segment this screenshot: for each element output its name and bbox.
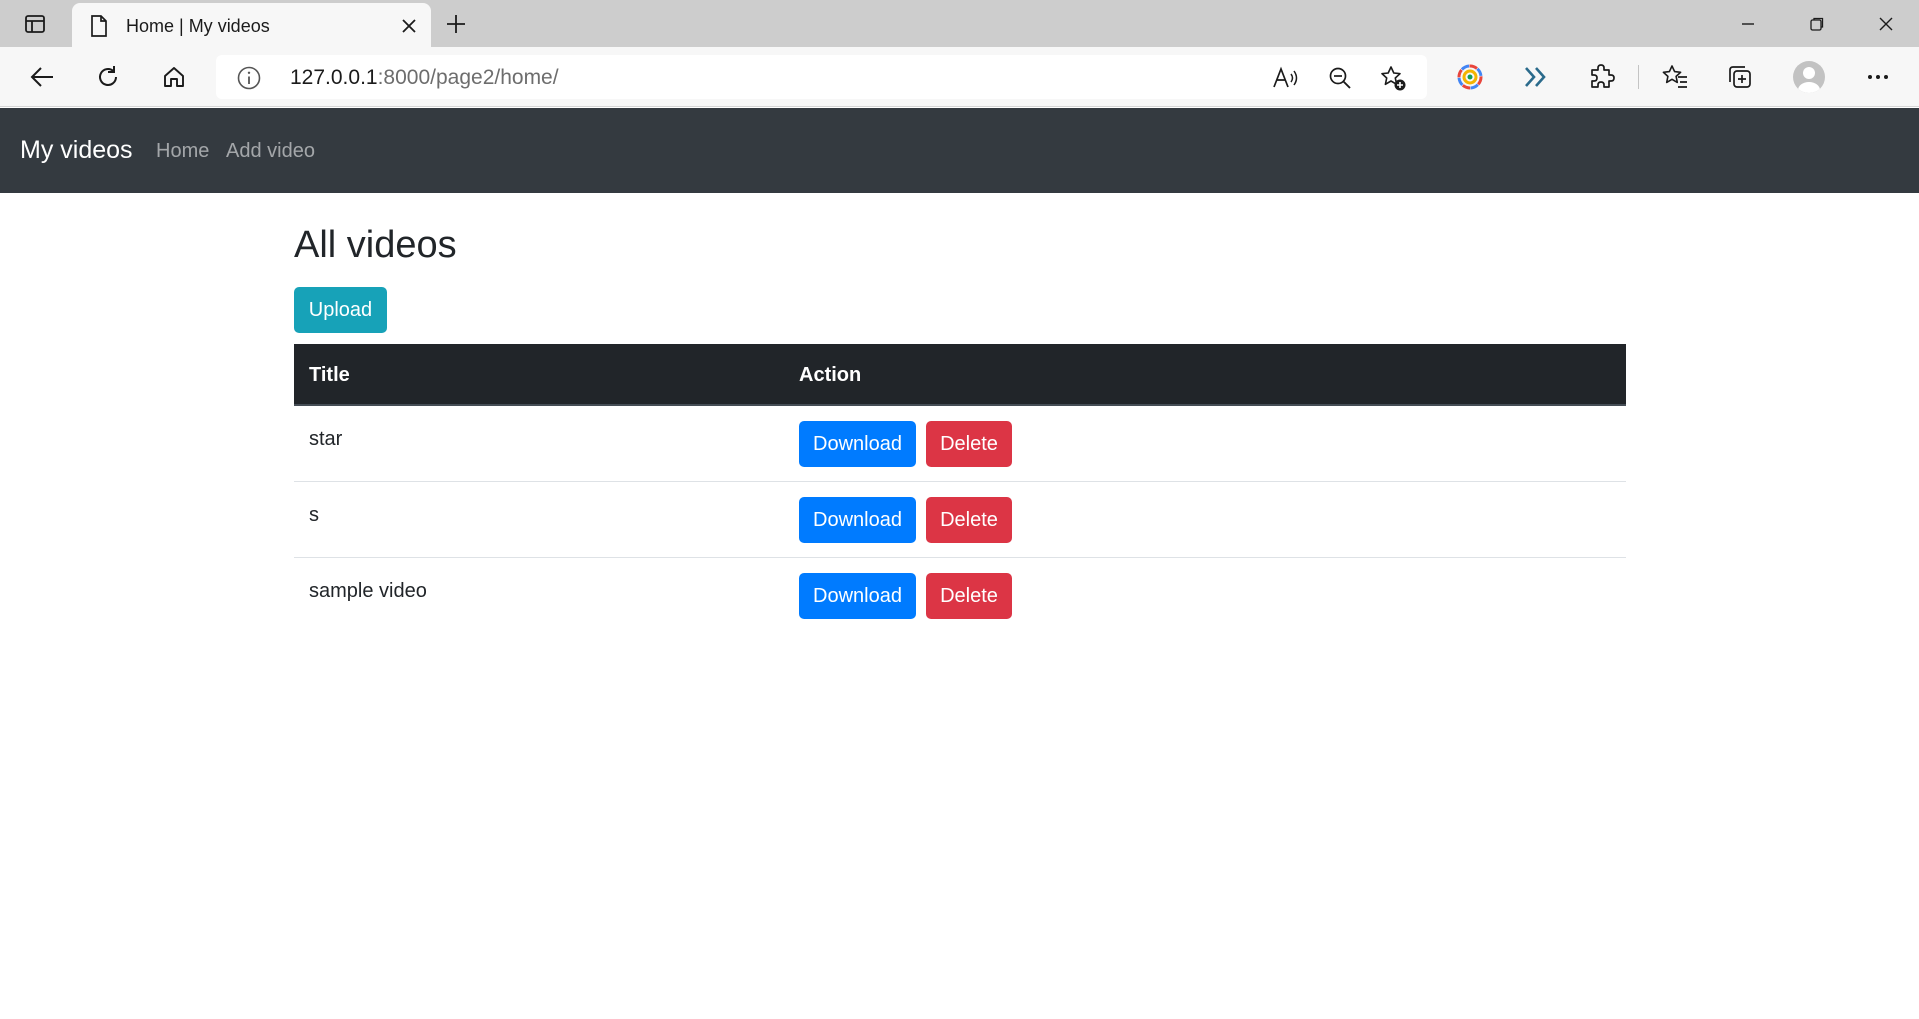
delete-button[interactable]: Delete — [926, 497, 1012, 543]
download-button[interactable]: Download — [799, 497, 916, 543]
delete-button[interactable]: Delete — [926, 421, 1012, 467]
read-aloud-icon[interactable] — [1271, 63, 1301, 93]
table-row: star Download Delete — [294, 406, 1626, 482]
nav-link-home[interactable]: Home — [156, 140, 209, 163]
table-header: Title Action — [294, 344, 1626, 406]
close-window-icon[interactable] — [1851, 0, 1919, 47]
column-header-title: Title — [309, 364, 350, 386]
extensions-puzzle-icon[interactable] — [1582, 57, 1622, 97]
address-text: 127.0.0.1:8000/page2/home/ — [290, 66, 559, 90]
address-host: 127.0.0.1 — [290, 66, 378, 89]
column-header-action: Action — [799, 364, 862, 386]
more-options-icon[interactable] — [1858, 57, 1898, 97]
page-icon — [88, 14, 110, 38]
toolbar-separator — [1638, 65, 1639, 89]
add-favorite-icon[interactable] — [1378, 63, 1408, 93]
back-arrow-icon[interactable] — [22, 57, 62, 97]
browser-tab-active[interactable]: Home | My videos — [72, 3, 431, 48]
page-title: All videos — [294, 224, 457, 266]
collections-icon[interactable] — [1720, 57, 1760, 97]
double-chevron-icon[interactable] — [1516, 57, 1556, 97]
address-bar[interactable]: 127.0.0.1:8000/page2/home/ — [216, 55, 1427, 99]
extension-colorful-icon[interactable] — [1450, 57, 1490, 97]
video-title: star — [309, 428, 343, 450]
video-title: s — [309, 504, 319, 526]
profile-avatar[interactable] — [1793, 61, 1825, 93]
new-tab-icon[interactable] — [437, 8, 475, 40]
browser-tabstrip: Home | My videos — [0, 0, 1919, 48]
upload-button[interactable]: Upload — [294, 287, 387, 333]
zoom-out-icon[interactable] — [1325, 63, 1355, 93]
navbar-brand[interactable]: My videos — [20, 136, 133, 165]
download-button[interactable]: Download — [799, 573, 916, 619]
minimize-icon[interactable] — [1713, 0, 1783, 47]
close-tab-icon[interactable] — [395, 12, 423, 40]
favorites-icon[interactable] — [1655, 57, 1695, 97]
address-path: :8000/page2/home/ — [377, 66, 559, 89]
download-button[interactable]: Download — [799, 421, 916, 467]
table-row: sample video Download Delete — [294, 558, 1626, 634]
video-title: sample video — [309, 580, 427, 602]
nav-link-add-video[interactable]: Add video — [226, 140, 315, 163]
site-info-icon[interactable] — [236, 65, 262, 91]
tab-title: Home | My videos — [126, 16, 270, 36]
tab-actions-icon[interactable] — [14, 10, 56, 38]
delete-button[interactable]: Delete — [926, 573, 1012, 619]
home-icon[interactable] — [154, 57, 194, 97]
restore-icon[interactable] — [1782, 0, 1852, 47]
refresh-icon[interactable] — [88, 57, 128, 97]
browser-toolbar: 127.0.0.1:8000/page2/home/ — [0, 47, 1919, 107]
site-navbar: My videos Home Add video — [0, 108, 1919, 193]
table-row: s Download Delete — [294, 482, 1626, 558]
